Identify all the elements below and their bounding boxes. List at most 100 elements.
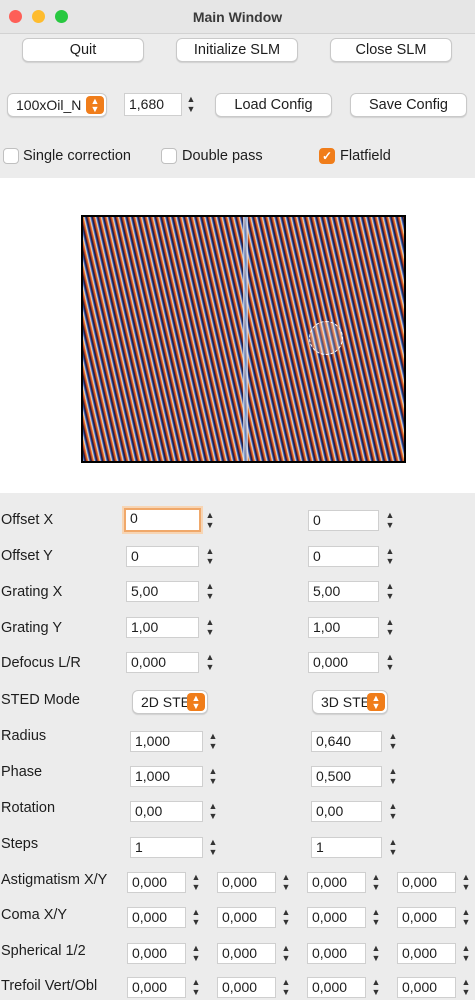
offset-x-right-stepper[interactable]: ▲ ▼ xyxy=(384,510,396,532)
wavelength-stepper[interactable]: ▲ ▼ xyxy=(185,94,197,116)
spherical-input-4[interactable]: 0,000 xyxy=(397,943,456,964)
astigmatism-input-3[interactable]: 0,000 xyxy=(307,872,366,893)
astigmatism-input-1[interactable]: 0,000 xyxy=(127,872,186,893)
astigmatism-stepper-4[interactable]: ▲ ▼ xyxy=(460,872,472,894)
spherical-input-1[interactable]: 0,000 xyxy=(127,943,186,964)
trefoil-input-4[interactable]: 0,000 xyxy=(397,977,456,998)
checkmark-icon: ✓ xyxy=(321,149,333,163)
beam-spot-marker xyxy=(309,321,343,355)
flatfield-checkbox[interactable]: ✓ xyxy=(319,148,335,164)
sted-mode-right-value: 3D STE xyxy=(321,694,371,710)
radius-left-input[interactable]: 1,000 xyxy=(130,731,203,752)
trefoil-stepper-4[interactable]: ▲ ▼ xyxy=(460,977,472,999)
defocus-left-input[interactable]: 0,000 xyxy=(126,652,199,673)
quit-button[interactable]: Quit xyxy=(22,38,144,62)
radius-right-stepper[interactable]: ▲ ▼ xyxy=(387,731,399,753)
grating-x-right-stepper[interactable]: ▲ ▼ xyxy=(384,581,396,603)
trefoil-stepper-2[interactable]: ▲ ▼ xyxy=(280,977,292,999)
grating-y-left-stepper[interactable]: ▲ ▼ xyxy=(204,617,216,639)
offset-y-right-stepper[interactable]: ▲ ▼ xyxy=(384,546,396,568)
rotation-right-stepper[interactable]: ▲ ▼ xyxy=(387,801,399,823)
load-config-button[interactable]: Load Config xyxy=(215,93,332,117)
grating-x-left-stepper[interactable]: ▲ ▼ xyxy=(204,581,216,603)
steps-left-stepper[interactable]: ▲ ▼ xyxy=(207,837,219,859)
astigmatism-stepper-1[interactable]: ▲ ▼ xyxy=(190,872,202,894)
grating-x-right-input[interactable]: 5,00 xyxy=(308,581,379,602)
steps-left-input[interactable]: 1 xyxy=(130,837,203,858)
phase-left-stepper[interactable]: ▲ ▼ xyxy=(207,766,219,788)
double-pass-label: Double pass xyxy=(182,148,263,164)
offset-y-left-input[interactable]: 0 xyxy=(126,546,199,567)
sted-mode-left-select[interactable]: 2D STE ▲ ▼ xyxy=(132,690,208,714)
trefoil-input-3[interactable]: 0,000 xyxy=(307,977,366,998)
astigmatism-input-2[interactable]: 0,000 xyxy=(217,872,276,893)
trefoil-stepper-1[interactable]: ▲ ▼ xyxy=(190,977,202,999)
defocus-right-input[interactable]: 0,000 xyxy=(308,652,379,673)
single-correction-checkbox[interactable] xyxy=(3,148,19,164)
trefoil-stepper-3[interactable]: ▲ ▼ xyxy=(370,977,382,999)
radius-right-input[interactable]: 0,640 xyxy=(311,731,382,752)
coma-stepper-2[interactable]: ▲ ▼ xyxy=(280,907,292,929)
coma-input-4[interactable]: 0,000 xyxy=(397,907,456,928)
coma-input-3[interactable]: 0,000 xyxy=(307,907,366,928)
objective-value: 100xOil_N xyxy=(16,97,82,113)
grating-y-left-input[interactable]: 1,00 xyxy=(126,617,199,638)
spherical-stepper-2[interactable]: ▲ ▼ xyxy=(280,943,292,965)
grating-x-label: Grating X xyxy=(1,584,63,600)
sted-mode-right-select[interactable]: 3D STE ▲ ▼ xyxy=(312,690,388,714)
wavelength-input[interactable]: 1,680 xyxy=(124,93,182,116)
coma-input-2[interactable]: 0,000 xyxy=(217,907,276,928)
offset-x-label: Offset X xyxy=(1,512,54,528)
defocus-left-stepper[interactable]: ▲ ▼ xyxy=(204,652,216,674)
spherical-stepper-4[interactable]: ▲ ▼ xyxy=(460,943,472,965)
astigmatism-stepper-2[interactable]: ▲ ▼ xyxy=(280,872,292,894)
offset-y-right-input[interactable]: 0 xyxy=(308,546,379,567)
grating-x-left-input[interactable]: 5,00 xyxy=(126,581,199,602)
objective-select[interactable]: 100xOil_N ▲ ▼ xyxy=(7,93,107,117)
spherical-label: Spherical 1/2 xyxy=(1,943,86,959)
astigmatism-input-4[interactable]: 0,000 xyxy=(397,872,456,893)
spherical-input-2[interactable]: 0,000 xyxy=(217,943,276,964)
phase-left-input[interactable]: 1,000 xyxy=(130,766,203,787)
rotation-label: Rotation xyxy=(1,800,56,816)
chevron-up-icon[interactable]: ▲ xyxy=(185,94,197,104)
coma-label: Coma X/Y xyxy=(1,907,68,923)
close-slm-button[interactable]: Close SLM xyxy=(330,38,452,62)
phase-right-stepper[interactable]: ▲ ▼ xyxy=(387,766,399,788)
defocus-label: Defocus L/R xyxy=(1,655,81,671)
offset-x-right-input[interactable]: 0 xyxy=(308,510,379,531)
grating-y-right-stepper[interactable]: ▲ ▼ xyxy=(384,617,396,639)
spherical-input-3[interactable]: 0,000 xyxy=(307,943,366,964)
offset-x-left-input[interactable]: 0 xyxy=(124,508,201,532)
initialize-slm-button[interactable]: Initialize SLM xyxy=(176,38,298,62)
rotation-left-stepper[interactable]: ▲ ▼ xyxy=(207,801,219,823)
trefoil-input-2[interactable]: 0,000 xyxy=(217,977,276,998)
chevron-updown-icon: ▲ ▼ xyxy=(367,693,385,711)
window-title: Main Window xyxy=(192,9,283,25)
offset-y-left-stepper[interactable]: ▲ ▼ xyxy=(204,546,216,568)
phase-label: Phase xyxy=(1,764,43,780)
astigmatism-stepper-3[interactable]: ▲ ▼ xyxy=(370,872,382,894)
steps-right-input[interactable]: 1 xyxy=(311,837,382,858)
slm-phase-pattern xyxy=(81,215,406,463)
chevron-updown-icon: ▲ ▼ xyxy=(86,96,104,114)
steps-right-stepper[interactable]: ▲ ▼ xyxy=(387,837,399,859)
rotation-right-input[interactable]: 0,00 xyxy=(311,801,382,822)
spherical-stepper-3[interactable]: ▲ ▼ xyxy=(370,943,382,965)
coma-stepper-3[interactable]: ▲ ▼ xyxy=(370,907,382,929)
save-config-button[interactable]: Save Config xyxy=(350,93,467,117)
spherical-stepper-1[interactable]: ▲ ▼ xyxy=(190,943,202,965)
defocus-right-stepper[interactable]: ▲ ▼ xyxy=(384,652,396,674)
phase-right-input[interactable]: 0,500 xyxy=(311,766,382,787)
trefoil-input-1[interactable]: 0,000 xyxy=(127,977,186,998)
chevron-down-icon[interactable]: ▼ xyxy=(185,104,197,114)
coma-stepper-1[interactable]: ▲ ▼ xyxy=(190,907,202,929)
rotation-left-input[interactable]: 0,00 xyxy=(130,801,203,822)
radius-left-stepper[interactable]: ▲ ▼ xyxy=(207,731,219,753)
offset-x-left-stepper[interactable]: ▲ ▼ xyxy=(204,510,216,532)
double-pass-checkbox[interactable] xyxy=(161,148,177,164)
flatfield-label: Flatfield xyxy=(340,148,391,164)
coma-input-1[interactable]: 0,000 xyxy=(127,907,186,928)
grating-y-right-input[interactable]: 1,00 xyxy=(308,617,379,638)
coma-stepper-4[interactable]: ▲ ▼ xyxy=(460,907,472,929)
